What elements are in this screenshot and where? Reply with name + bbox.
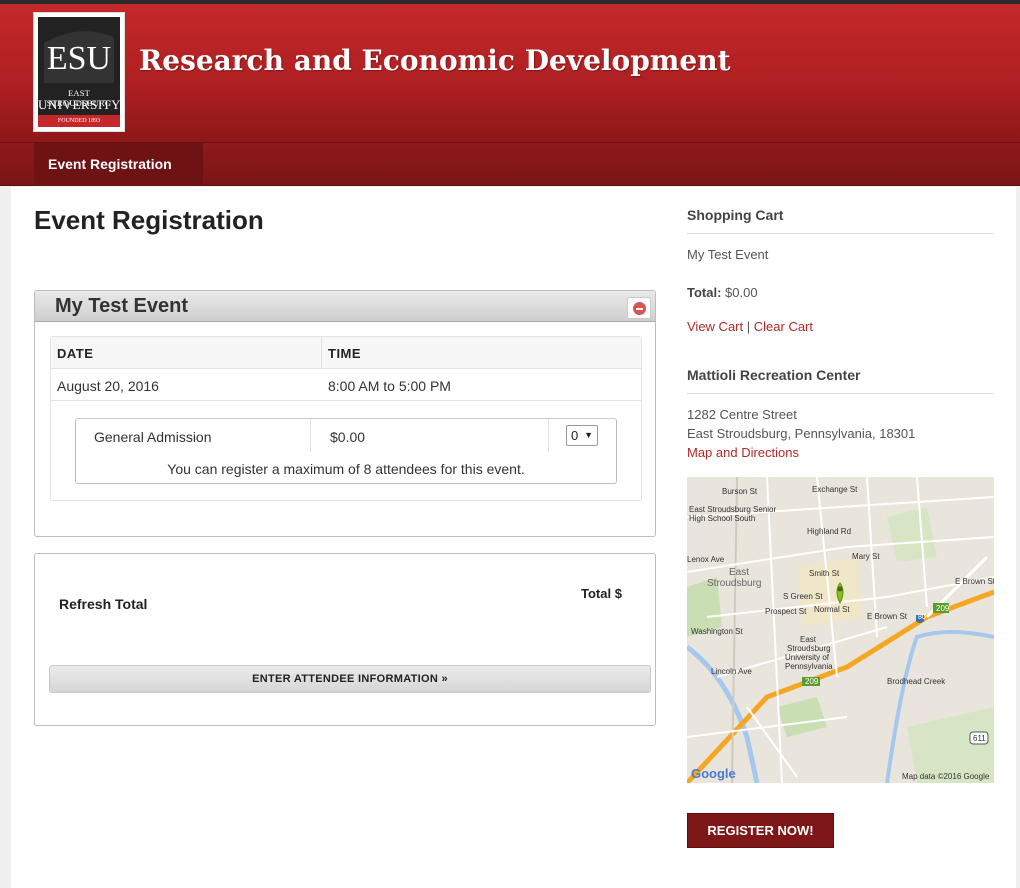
total-label: Total $ [581, 586, 622, 601]
clear-cart-link[interactable]: Clear Cart [754, 319, 813, 334]
route-80-marker: 80 [918, 614, 926, 621]
ticket-selector: General Admission $0.00 0 ▼ You can regi… [75, 418, 617, 484]
event-header: My Test Event [35, 291, 655, 322]
ticket-divider [548, 419, 549, 452]
cart-total-value: $0.00 [725, 285, 758, 300]
map-label: East Stroudsburg Senior [689, 505, 777, 514]
minus-circle-icon [633, 302, 646, 315]
map-label: Stroudsburg [787, 644, 831, 653]
page-title: Event Registration [34, 205, 264, 235]
map-attribution[interactable]: Map data ©2016 Google [902, 772, 989, 781]
map-label: University of [785, 653, 830, 662]
route-209-marker: 209 [936, 604, 950, 613]
route-209-marker: 209 [805, 677, 819, 686]
map-label: East [729, 567, 750, 578]
map-label: Pennsylvania [785, 662, 833, 671]
map-label: Smith St [809, 569, 840, 578]
date-time-table: DATE TIME August 20, 2016 8:00 AM to 5:0… [50, 336, 642, 501]
route-611-marker: 611 [973, 734, 986, 743]
event-panel: My Test Event DATE TIME August 20, 2016 … [34, 290, 656, 537]
map-label: Burson St [722, 487, 758, 496]
event-date: August 20, 2016 [57, 378, 159, 394]
quantity-select[interactable]: 0 ▼ [566, 425, 598, 446]
map-label: Exchange St [812, 485, 858, 494]
map-label: Prospect St [765, 607, 807, 616]
map-label: Washington St [691, 627, 743, 636]
column-header-date: DATE [57, 346, 94, 361]
table-row: August 20, 2016 8:00 AM to 5:00 PM [51, 369, 641, 401]
esu-logo[interactable]: ESU EAST STROUDSBURG UNIVERSITY FOUNDED … [33, 12, 125, 132]
event-time: 8:00 AM to 5:00 PM [328, 378, 451, 394]
main-nav: Event Registration [0, 142, 1020, 186]
ticket-price: $0.00 [330, 429, 366, 445]
cart-total-label: Total: [687, 285, 722, 300]
logo-founded: FOUNDED 1893 [38, 115, 120, 127]
enter-attendee-info-button[interactable]: ENTER ATTENDEE INFORMATION » [49, 665, 651, 693]
map-label: Highland Rd [807, 527, 852, 536]
map-label: Stroudsburg [707, 578, 762, 589]
map-directions-link[interactable]: Map and Directions [687, 445, 799, 460]
view-cart-link[interactable]: View Cart [687, 319, 743, 334]
divider [687, 393, 994, 394]
table-header-row: DATE TIME [51, 337, 641, 369]
cart-links: View Cart | Clear Cart [687, 319, 813, 334]
shopping-cart-heading: Shopping Cart [687, 207, 784, 223]
column-divider [321, 337, 322, 369]
venue-street: 1282 Centre Street [687, 407, 797, 422]
dropdown-arrow-icon: ▼ [584, 430, 593, 440]
ticket-divider [310, 419, 311, 452]
map-label: East [800, 635, 817, 644]
venue-map[interactable]: Burson St Exchange St East Stroudsburg S… [687, 477, 994, 783]
directions-row: Map and Directions [687, 445, 799, 460]
cart-item: My Test Event [687, 247, 769, 262]
map-label: Lincoln Ave [711, 667, 752, 676]
cart-total: Total: $0.00 [687, 285, 758, 300]
logo-line2: UNIVERSITY [38, 97, 120, 112]
site-title[interactable]: Research and Economic Development [139, 44, 731, 77]
link-separator: | [746, 319, 751, 334]
map-label: S Green St [783, 592, 823, 601]
ticket-name: General Admission [94, 429, 212, 445]
map-label: Brodhead Creek [887, 677, 946, 686]
max-attendees-note: You can register a maximum of 8 attendee… [167, 461, 525, 477]
map-label: High School South [689, 514, 756, 523]
map-label: Lenox Ave [687, 555, 725, 564]
column-header-time: TIME [328, 346, 362, 361]
refresh-total-link[interactable]: Refresh Total [59, 596, 147, 612]
site-header: ESU EAST STROUDSBURG UNIVERSITY FOUNDED … [0, 4, 1020, 142]
venue-heading: Mattioli Recreation Center [687, 367, 861, 383]
logo-panel: ESU EAST STROUDSBURG UNIVERSITY FOUNDED … [38, 17, 120, 127]
map-label: Normal St [814, 605, 850, 614]
totals-panel: Refresh Total Total $ ENTER ATTENDEE INF… [34, 553, 656, 726]
venue-city: East Stroudsburg, Pennsylvania, 18301 [687, 426, 916, 441]
esu-monogram-icon: ESU [44, 31, 114, 83]
register-now-button[interactable]: REGISTER NOW! [687, 813, 834, 848]
svg-text:ESU: ESU [47, 40, 111, 77]
map-label: E Brown St [955, 577, 994, 586]
quantity-value: 0 [571, 428, 579, 443]
divider [687, 233, 994, 234]
map-label: E Brown St [867, 612, 908, 621]
map-label: Mary St [852, 552, 880, 561]
google-logo: Google [691, 766, 736, 781]
collapse-button[interactable] [627, 297, 651, 319]
event-title: My Test Event [55, 295, 188, 317]
nav-item-event-registration[interactable]: Event Registration [34, 143, 203, 186]
